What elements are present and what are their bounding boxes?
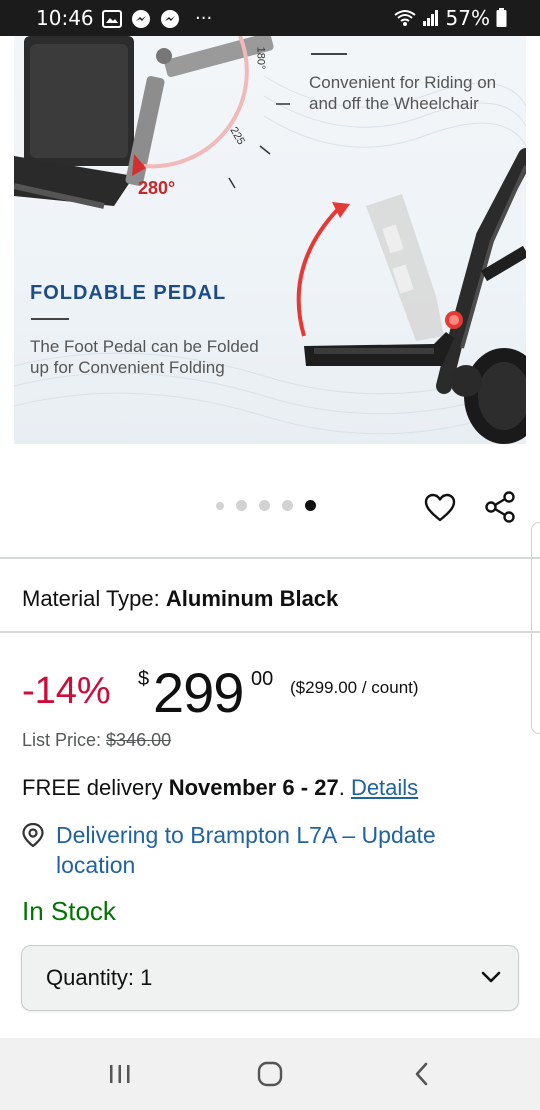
side-panel-handle[interactable]: [531, 522, 540, 734]
price-block: -14% $ 299 00 ($299.00 / count): [22, 660, 522, 724]
hero-top-rule: [311, 53, 347, 55]
chevron-down-icon: [480, 966, 502, 993]
home-button[interactable]: [250, 1056, 290, 1092]
wishlist-button[interactable]: [422, 490, 458, 526]
home-icon: [257, 1061, 283, 1087]
system-nav-bar: [0, 1038, 540, 1110]
product-image[interactable]: Convenient for Riding on and off the Whe…: [14, 36, 526, 444]
material-type: Material Type: Aluminum Black: [22, 586, 338, 612]
angle-label: 280°: [138, 178, 176, 198]
price-whole: 299: [153, 661, 244, 724]
location-pin-icon: [22, 822, 44, 880]
dial-label-1: 180°: [254, 46, 267, 70]
material-type-label: Material Type:: [22, 586, 160, 611]
notification-icons: ···: [102, 8, 212, 29]
divider: [0, 557, 540, 559]
status-time: 10:46: [36, 6, 94, 30]
carousel-dot[interactable]: [216, 501, 224, 510]
hero-heading: FOLDABLE PEDAL: [30, 282, 227, 304]
recent-apps-button[interactable]: [100, 1056, 140, 1092]
discount-percent: -14%: [22, 670, 111, 712]
status-bar: 10:46 ··· 57%: [0, 0, 540, 36]
carousel-indicator: [216, 500, 316, 511]
quantity-label-group: Quantity: 1: [46, 965, 152, 991]
back-button[interactable]: [402, 1056, 442, 1092]
recent-apps-icon: [110, 1065, 130, 1083]
delivery-suffix: .: [338, 775, 345, 800]
unit-price: ($299.00 / count): [290, 678, 419, 697]
list-price-value: $346.00: [106, 730, 172, 750]
hero-desc-line1: The Foot Pedal can be Folded: [30, 337, 259, 356]
material-type-value: Aluminum Black: [165, 586, 339, 611]
share-button[interactable]: [482, 489, 518, 525]
carousel-dot-active[interactable]: [305, 500, 316, 511]
gallery-icon: [102, 9, 122, 28]
stock-status: In Stock: [22, 896, 116, 926]
hero-top-desc-line1: Convenient for Riding on: [309, 73, 497, 92]
hero-top-desc-line2: and off the Wheelchair: [309, 94, 479, 113]
carousel-dot[interactable]: [236, 500, 247, 511]
wifi-icon: [393, 9, 416, 27]
heart-icon: [424, 493, 456, 522]
share-icon: [485, 491, 515, 523]
delivery-info: FREE delivery November 6 - 27. Details: [22, 775, 418, 801]
back-icon: [415, 1062, 428, 1086]
price-fraction: 00: [251, 668, 274, 690]
hero-desc: The Foot Pedal can be Folded up for Conv…: [30, 336, 300, 378]
battery-icon: [496, 8, 507, 28]
list-price-label: List Price:: [22, 730, 102, 750]
location-link[interactable]: Delivering to Brampton L7A – Update loca…: [56, 820, 502, 880]
carousel-dot[interactable]: [282, 500, 293, 511]
hero-top-desc: Convenient for Riding on and off the Whe…: [309, 72, 524, 114]
delivery-location[interactable]: Delivering to Brampton L7A – Update loca…: [22, 820, 502, 880]
carousel-dot[interactable]: [259, 500, 270, 511]
price-currency: $: [138, 668, 150, 690]
hero-desc-line2: up for Convenient Folding: [30, 358, 225, 377]
delivery-dates: November 6 - 27: [168, 775, 339, 800]
more-notifications-icon: ···: [195, 8, 213, 29]
hero-heading-rule: [31, 318, 69, 320]
list-price: List Price: $346.00: [22, 730, 171, 751]
messenger-icon: [160, 9, 180, 29]
delivery-details-link[interactable]: Details: [351, 775, 418, 800]
quantity-select[interactable]: Quantity: 1: [21, 945, 519, 1011]
signal-icon: [422, 9, 440, 27]
divider: [0, 631, 540, 633]
quantity-value: 1: [140, 965, 153, 990]
battery-percent: 57%: [445, 6, 490, 30]
delivery-prefix: FREE delivery: [22, 775, 163, 800]
system-icons: 57%: [393, 6, 507, 30]
messenger-icon: [131, 9, 151, 29]
quantity-label: Quantity:: [46, 965, 135, 990]
